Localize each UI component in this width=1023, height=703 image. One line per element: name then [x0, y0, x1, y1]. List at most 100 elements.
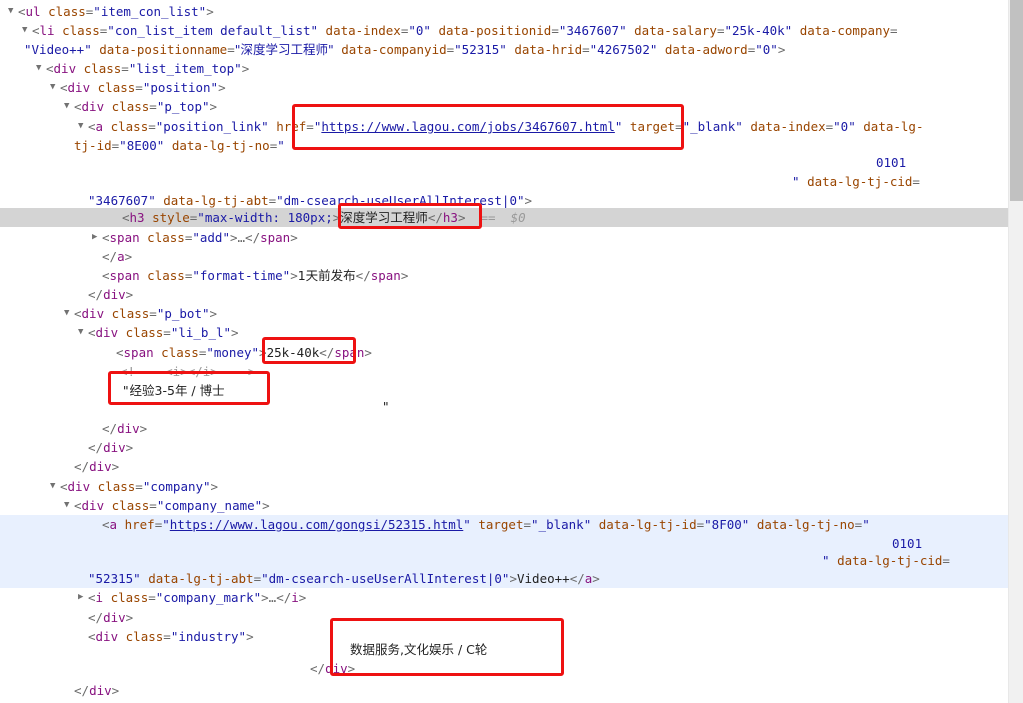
dom-tag-name: div [325, 661, 348, 676]
dom-text [830, 553, 838, 568]
dom-attribute-name: data-positionname [99, 42, 228, 57]
dom-link[interactable]: https://www.lagou.com/gongsi/52315.html [170, 517, 464, 532]
dom-tree-row[interactable]: <h3 style="max-width: 180px;>深度学习工程师</h3… [0, 208, 1008, 228]
dom-text [792, 23, 800, 38]
dom-tree-row[interactable]: </div> [0, 608, 1008, 627]
dom-attribute-value: "format-time" [192, 268, 291, 283]
chevron-down-icon[interactable] [78, 117, 88, 136]
dom-text: " [122, 383, 130, 398]
dom-tree-row[interactable]: "52315" data-lg-tj-abt="dm-csearch-useUs… [0, 569, 1008, 589]
chevron-down-icon[interactable] [64, 496, 74, 515]
dom-tag-name: a [117, 249, 125, 264]
chevron-down-icon[interactable] [64, 97, 74, 116]
dom-comment: <!-- <i></i> --> [120, 364, 256, 379]
dom-text: > [261, 590, 269, 605]
dom-attribute-name: data-lg-tj-cid [837, 553, 943, 568]
dom-tag-name: a [109, 517, 118, 532]
dom-tag-name: span [123, 345, 154, 360]
dom-tree-row[interactable]: <span class="add">…</span> [0, 228, 1008, 247]
dom-attribute-value: "Video++" [24, 42, 92, 57]
chevron-down-icon[interactable] [36, 59, 46, 78]
dom-text: = [582, 42, 590, 57]
dom-text: > [209, 99, 218, 114]
dom-attribute-name: class [125, 325, 164, 340]
dom-text: > [218, 80, 226, 95]
dom-tree-row[interactable]: </div> [0, 457, 1008, 476]
dom-text [627, 23, 635, 38]
chevron-down-icon[interactable] [50, 78, 60, 97]
dom-attribute-name: class [97, 479, 136, 494]
dom-tree-row[interactable]: <ul class="item_con_list"> [0, 2, 1008, 21]
dom-attribute-value: "position_link" [155, 119, 269, 134]
dom-text [104, 498, 112, 513]
dom-tree-row[interactable]: </div> [0, 681, 1008, 700]
dom-text: = [149, 306, 157, 321]
scrollbar-thumb[interactable] [1010, 0, 1023, 201]
dom-tree-row[interactable]: <li class = "con_list_item default_list" d… [0, 21, 1008, 40]
dom-tree-row[interactable]: " data-lg-tj-cid= [0, 172, 1008, 191]
dom-tree-row[interactable]: 0101 [0, 153, 1008, 172]
dom-link[interactable]: https://www.lagou.com/jobs/3467607.html [321, 119, 615, 134]
dom-tree-row[interactable]: <div class="li_b_l"> [0, 323, 1008, 342]
dom-attribute-value: "item_con_list" [93, 4, 207, 19]
chevron-down-icon[interactable] [78, 323, 88, 342]
dom-tree-row[interactable]: " [0, 397, 1008, 416]
chevron-right-icon[interactable] [78, 588, 88, 607]
dom-text [657, 42, 665, 57]
dom-tree-row[interactable]: <span class="money">25k-40k</span> [0, 343, 1008, 362]
dom-text: > [364, 345, 372, 360]
dom-text: </ [276, 590, 292, 605]
dom-attribute-name: style [152, 210, 190, 225]
dom-tag-name: div [67, 80, 91, 95]
dom-tree-row[interactable]: <a href="https://www.lagou.com/gongsi/52… [0, 515, 1008, 535]
dom-tree-row[interactable]: </div> [0, 419, 1008, 438]
dom-text: < [88, 590, 96, 605]
dom-tag-name: div [67, 479, 91, 494]
chevron-down-icon[interactable] [64, 304, 74, 323]
dom-text [41, 4, 49, 19]
dom-tree-row[interactable]: <div class="p_top"> [0, 97, 1008, 116]
dom-attribute-value: "深度学习工程师" [234, 42, 334, 57]
dom-attribute-name: data-lg-tj-no [171, 138, 270, 153]
dom-text: > [290, 230, 298, 245]
vertical-scrollbar[interactable] [1008, 0, 1023, 703]
dom-tree-row[interactable]: </div> [0, 285, 1008, 304]
chevron-right-icon[interactable] [92, 228, 102, 247]
selected-node-marker: == $0 [465, 210, 526, 225]
chevron-down-icon[interactable] [50, 477, 60, 496]
dom-tree-row[interactable]: "Video++" data-positionname = "深度学习工程师" da… [0, 40, 1008, 59]
dom-text: > [125, 610, 134, 625]
dom-tree-row[interactable]: <div class="company"> [0, 477, 1008, 496]
dom-tree-row[interactable]: <i class="company_mark">…</i> [0, 588, 1008, 607]
dom-text [749, 517, 757, 532]
dom-tree-inspector[interactable]: <ul class="item_con_list"><li class="con… [0, 0, 1008, 703]
dom-tree-row[interactable]: <div class="position"> [0, 78, 1008, 97]
chevron-down-icon[interactable] [22, 21, 32, 40]
dom-attribute-name: data-positionid [438, 23, 552, 38]
dom-tree-row[interactable]: </div> [0, 659, 1008, 678]
dom-tree-row[interactable]: 数据服务,文化娱乐 / C轮 [0, 640, 1008, 659]
dom-attribute-name: data-adword [664, 42, 748, 57]
dom-attribute-name: class [147, 268, 185, 283]
dom-text: < [116, 345, 124, 360]
dom-attribute-name: data-index [750, 119, 826, 134]
dom-tag-name: div [53, 61, 77, 76]
dom-tree-row[interactable]: <div class="p_bot"> [0, 304, 1008, 323]
dom-tree-row[interactable]: " data-lg-tj-cid= [0, 551, 1008, 571]
dom-attribute-name: target [629, 119, 676, 134]
dom-attribute-value: "li_b_l" [170, 325, 232, 340]
dom-tree-row[interactable]: </div> [0, 438, 1008, 457]
dom-attribute-value: "4267502" [589, 42, 658, 57]
dom-text: = [149, 99, 157, 114]
chevron-down-icon[interactable] [8, 2, 18, 21]
dom-tree-row[interactable]: <span class="format-time">1天前发布</span> [0, 266, 1008, 285]
dom-tree-row[interactable]: <a class="position_link" href="https://w… [0, 117, 1008, 136]
dom-tree-row[interactable]: </a> [0, 247, 1008, 266]
dom-tree-row[interactable]: <!-- <i></i> --> [0, 362, 1008, 381]
dom-tree-row[interactable]: <div class="company_name"> [0, 496, 1008, 515]
dom-attribute-value: "3467607" [88, 193, 156, 208]
dom-attribute-value: "p_bot" [156, 306, 210, 321]
dom-tree-row[interactable]: <div class="list_item_top"> [0, 59, 1008, 78]
dom-text: </ [245, 230, 261, 245]
dom-attribute-name: data-index [325, 23, 401, 38]
